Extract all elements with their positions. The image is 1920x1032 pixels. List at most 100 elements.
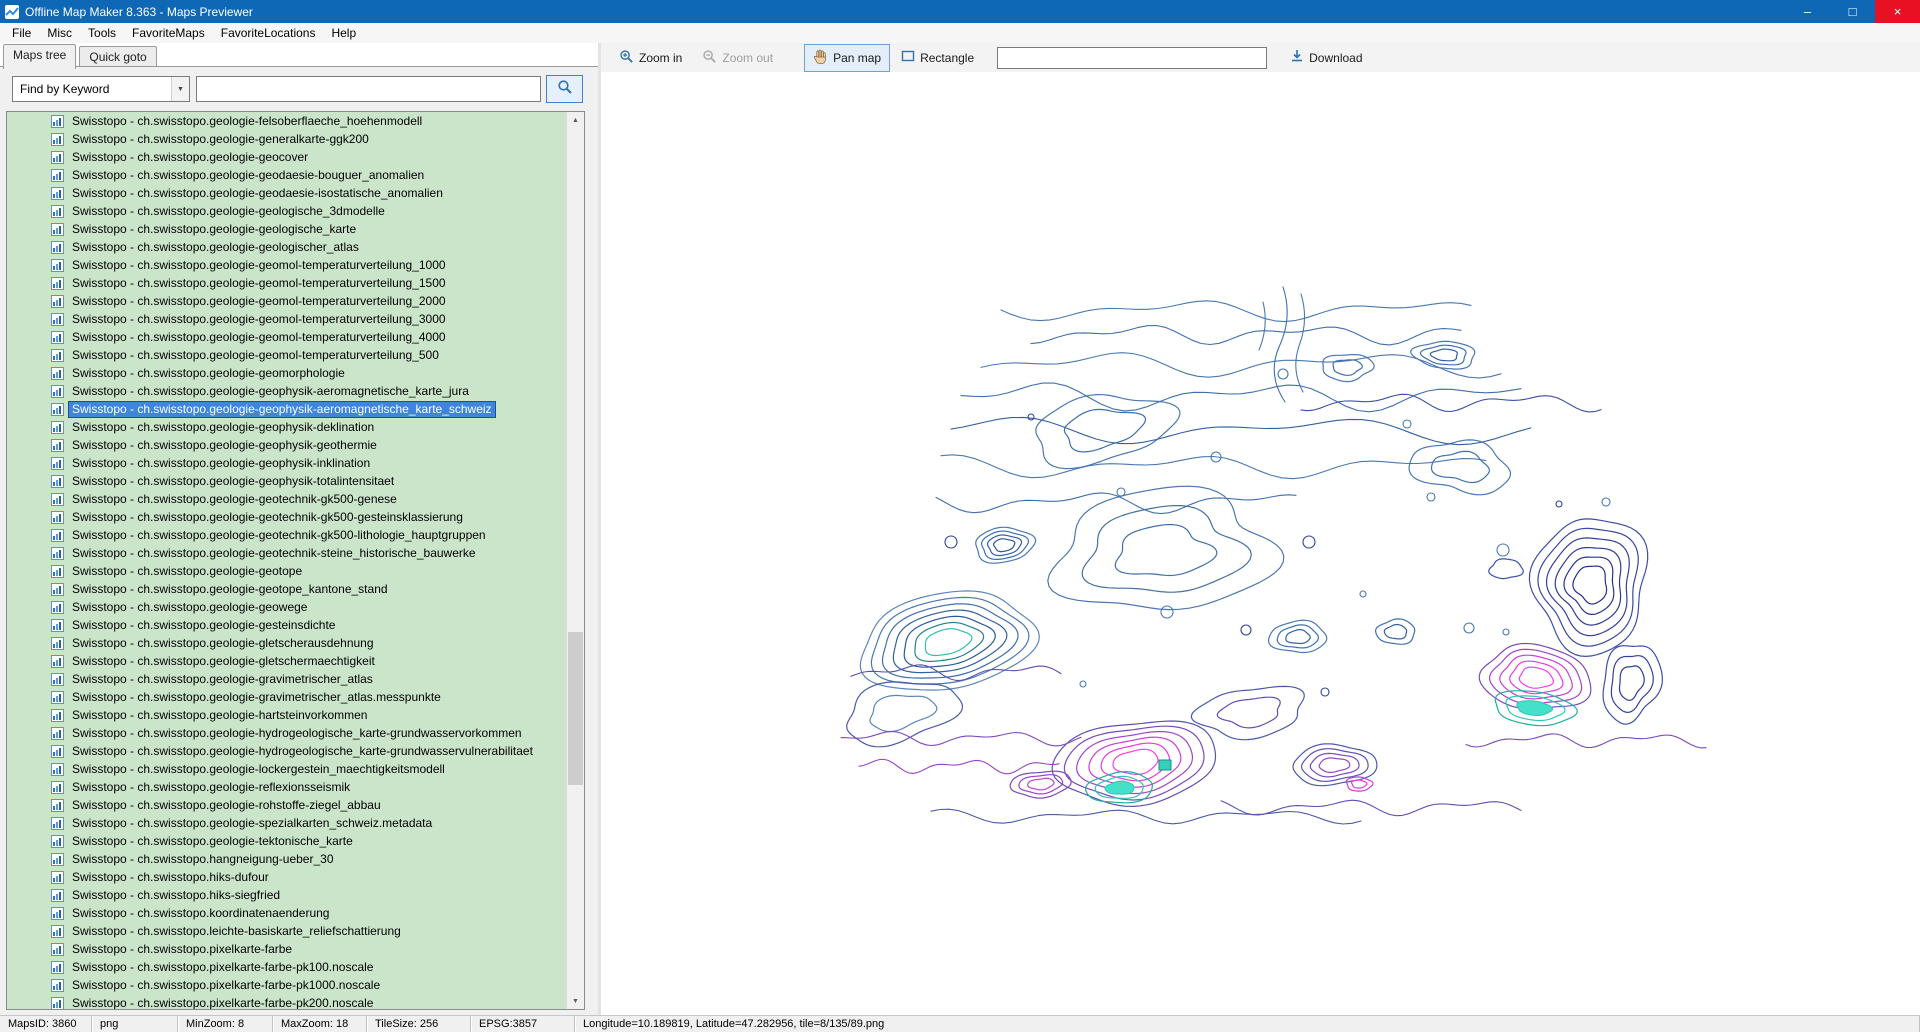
toolbar-input[interactable] (997, 47, 1267, 69)
tree-row[interactable]: Swisstopo - ch.swisstopo.geologie-gletsc… (7, 652, 566, 670)
tree-row[interactable]: Swisstopo - ch.swisstopo.geologie-geolog… (7, 202, 566, 220)
tree-row-label: Swisstopo - ch.swisstopo.geologie-geomol… (69, 348, 442, 363)
tree-row[interactable]: Swisstopo - ch.swisstopo.geologie-geophy… (7, 382, 566, 400)
tree-row[interactable]: Swisstopo - ch.swisstopo.geologie-geotop… (7, 580, 566, 598)
menu-item-misc[interactable]: Misc (39, 24, 80, 42)
tree-row[interactable]: Swisstopo - ch.swisstopo.leichte-basiska… (7, 922, 566, 940)
maximize-button[interactable]: □ (1830, 0, 1875, 23)
tree-row[interactable]: Swisstopo - ch.swisstopo.geologie-reflex… (7, 778, 566, 796)
tree-row[interactable]: Swisstopo - ch.swisstopo.pixelkarte-farb… (7, 940, 566, 958)
tree-row[interactable]: Swisstopo - ch.swisstopo.geologie-spezia… (7, 814, 566, 832)
maximize-icon: □ (1849, 4, 1857, 19)
tree-row[interactable]: Swisstopo - ch.swisstopo.geologie-rohsto… (7, 796, 566, 814)
tree-row-label: Swisstopo - ch.swisstopo.geologie-geolog… (69, 222, 359, 237)
tab-quick-goto[interactable]: Quick goto (79, 46, 156, 68)
search-input[interactable] (196, 76, 541, 102)
map-layer-icon (51, 565, 64, 578)
menu-item-tools[interactable]: Tools (80, 24, 124, 42)
tree-row[interactable]: Swisstopo - ch.swisstopo.geologie-geophy… (7, 418, 566, 436)
status-format: png (92, 1016, 178, 1032)
scrollbar-thumb[interactable] (568, 632, 583, 784)
tree-row[interactable]: Swisstopo - ch.swisstopo.geologie-geomol… (7, 256, 566, 274)
pan-map-label: Pan map (833, 51, 881, 65)
rectangle-button[interactable]: Rectangle (892, 45, 983, 70)
tree-row[interactable]: Swisstopo - ch.swisstopo.geologie-hydrog… (7, 724, 566, 742)
map-layer-icon (51, 997, 64, 1010)
map-layer-icon (51, 151, 64, 164)
map-layer-icon (51, 637, 64, 650)
tree-row[interactable]: Swisstopo - ch.swisstopo.pixelkarte-farb… (7, 976, 566, 994)
scroll-down-icon[interactable]: ▼ (567, 993, 584, 1009)
tree-row[interactable]: Swisstopo - ch.swisstopo.geologie-geophy… (7, 454, 566, 472)
tree-row[interactable]: Swisstopo - ch.swisstopo.geologie-gravim… (7, 670, 566, 688)
tree-row-label: Swisstopo - ch.swisstopo.geologie-geophy… (69, 474, 397, 489)
tree-row[interactable]: Swisstopo - ch.swisstopo.pixelkarte-farb… (7, 994, 566, 1009)
tree-row[interactable]: Swisstopo - ch.swisstopo.geologie-gravim… (7, 688, 566, 706)
chevron-down-icon[interactable]: ▼ (171, 77, 189, 101)
tree-row[interactable]: Swisstopo - ch.swisstopo.geologie-geomor… (7, 364, 566, 382)
map-layer-icon (51, 547, 64, 560)
tree-row[interactable]: Swisstopo - ch.swisstopo.geologie-geolog… (7, 238, 566, 256)
tree-row-label: Swisstopo - ch.swisstopo.geologie-reflex… (69, 780, 353, 795)
zoom-in-button[interactable]: Zoom in (610, 44, 691, 72)
tree-scrollbar[interactable]: ▲ ▼ (566, 112, 584, 1009)
scroll-up-icon[interactable]: ▲ (567, 112, 584, 128)
map-viewport[interactable] (601, 72, 1920, 1015)
tree-row[interactable]: Swisstopo - ch.swisstopo.geologie-geodae… (7, 184, 566, 202)
tree-row[interactable]: Swisstopo - ch.swisstopo.geologie-geomol… (7, 328, 566, 346)
search-button[interactable] (546, 75, 583, 103)
tree-row[interactable]: Swisstopo - ch.swisstopo.geologie-gletsc… (7, 634, 566, 652)
tree-row[interactable]: Swisstopo - ch.swisstopo.geologie-geoweg… (7, 598, 566, 616)
maps-tree-list[interactable]: Swisstopo - ch.swisstopo.geologie-felsob… (7, 112, 566, 1009)
tree-row[interactable]: Swisstopo - ch.swisstopo.geologie-geophy… (7, 400, 566, 418)
download-button[interactable]: Download (1281, 44, 1371, 71)
panel-splitter[interactable] (598, 43, 601, 1015)
tree-row[interactable]: Swisstopo - ch.swisstopo.geologie-geocov… (7, 148, 566, 166)
map-layer-icon (51, 385, 64, 398)
menu-item-favoritemaps[interactable]: FavoriteMaps (124, 24, 213, 42)
map-layer-icon (51, 259, 64, 272)
map-canvas[interactable] (601, 72, 1920, 1015)
tree-row[interactable]: Swisstopo - ch.swisstopo.geologie-geomol… (7, 346, 566, 364)
tree-row[interactable]: Swisstopo - ch.swisstopo.hiks-dufour (7, 868, 566, 886)
tree-row[interactable]: Swisstopo - ch.swisstopo.pixelkarte-farb… (7, 958, 566, 976)
tree-row[interactable]: Swisstopo - ch.swisstopo.geologie-geomol… (7, 310, 566, 328)
status-epsg: EPSG:3857 (471, 1016, 575, 1032)
tree-row[interactable]: Swisstopo - ch.swisstopo.geologie-geotec… (7, 490, 566, 508)
menu-item-file[interactable]: File (4, 24, 39, 42)
menu-item-help[interactable]: Help (323, 24, 364, 42)
minimize-button[interactable]: – (1785, 0, 1830, 23)
zoom-out-button[interactable]: Zoom out (693, 44, 782, 72)
tree-row[interactable]: Swisstopo - ch.swisstopo.geologie-hartst… (7, 706, 566, 724)
tree-row[interactable]: Swisstopo - ch.swisstopo.geologie-tekton… (7, 832, 566, 850)
tree-row[interactable]: Swisstopo - ch.swisstopo.geologie-geomol… (7, 274, 566, 292)
tree-row[interactable]: Swisstopo - ch.swisstopo.geologie-gestei… (7, 616, 566, 634)
tree-row[interactable]: Swisstopo - ch.swisstopo.geologie-hydrog… (7, 742, 566, 760)
tree-row[interactable]: Swisstopo - ch.swisstopo.geologie-locker… (7, 760, 566, 778)
map-layer-icon (51, 205, 64, 218)
tree-row[interactable]: Swisstopo - ch.swisstopo.geologie-felsob… (7, 112, 566, 130)
tree-row[interactable]: Swisstopo - ch.swisstopo.geologie-geomol… (7, 292, 566, 310)
tree-row[interactable]: Swisstopo - ch.swisstopo.koordinatenaend… (7, 904, 566, 922)
tree-row[interactable]: Swisstopo - ch.swisstopo.geologie-geolog… (7, 220, 566, 238)
tree-row[interactable]: Swisstopo - ch.swisstopo.hangneigung-ueb… (7, 850, 566, 868)
tree-row[interactable]: Swisstopo - ch.swisstopo.geologie-geotec… (7, 544, 566, 562)
tree-row[interactable]: Swisstopo - ch.swisstopo.geologie-geotec… (7, 526, 566, 544)
tab-maps-tree[interactable]: Maps tree (3, 44, 76, 69)
tree-row[interactable]: Swisstopo - ch.swisstopo.geologie-geotec… (7, 508, 566, 526)
status-max-zoom: MaxZoom: 18 (273, 1016, 367, 1032)
tree-row[interactable]: Swisstopo - ch.swisstopo.hiks-siegfried (7, 886, 566, 904)
tree-row[interactable]: Swisstopo - ch.swisstopo.geologie-genera… (7, 130, 566, 148)
menu-item-favoritelocations[interactable]: FavoriteLocations (213, 24, 324, 42)
close-button[interactable]: × (1875, 0, 1920, 23)
map-layer-icon (51, 403, 64, 416)
pan-map-button[interactable]: Pan map (804, 44, 890, 72)
search-mode-dropdown[interactable]: Find by Keyword ▼ (12, 76, 190, 102)
tree-row-label: Swisstopo - ch.swisstopo.geologie-geotop… (69, 582, 391, 597)
tree-row[interactable]: Swisstopo - ch.swisstopo.geologie-geophy… (7, 436, 566, 454)
tree-row[interactable]: Swisstopo - ch.swisstopo.geologie-geodae… (7, 166, 566, 184)
zoom-out-label: Zoom out (722, 51, 773, 65)
tree-row[interactable]: Swisstopo - ch.swisstopo.geologie-geophy… (7, 472, 566, 490)
tree-row[interactable]: Swisstopo - ch.swisstopo.geologie-geotop… (7, 562, 566, 580)
download-label: Download (1309, 51, 1362, 65)
